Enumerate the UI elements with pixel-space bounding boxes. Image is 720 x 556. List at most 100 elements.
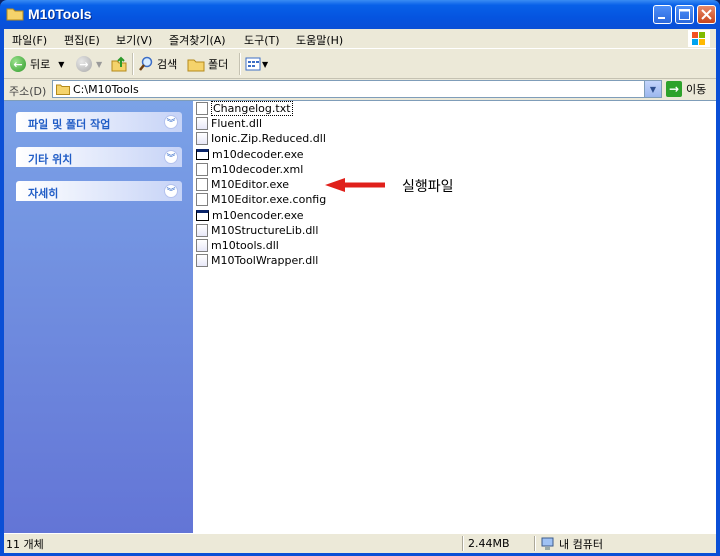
folder-icon (56, 84, 70, 95)
address-label: 주소(D) (9, 85, 47, 98)
search-button[interactable]: 검색 (138, 54, 177, 74)
app-file-icon (196, 178, 208, 191)
chevron-double-down-icon[interactable]: ︾ (164, 115, 178, 129)
task-section-label: 자세히 (28, 187, 59, 200)
list-item[interactable]: Changelog.txt (196, 101, 293, 116)
list-item[interactable]: M10ToolWrapper.dll (196, 253, 318, 268)
list-item[interactable]: m10encoder.exe (196, 208, 304, 223)
address-dropdown-button[interactable]: ▼ (644, 81, 661, 97)
menu-tools[interactable]: 도구(T) (244, 32, 280, 48)
file-name: m10tools.dll (211, 239, 279, 252)
file-name: m10decoder.xml (211, 163, 304, 176)
dll-file-icon (196, 224, 208, 237)
search-label: 검색 (157, 58, 178, 71)
close-button[interactable] (697, 5, 716, 24)
chevron-down-icon: ▼ (649, 84, 657, 94)
file-name: M10StructureLib.dll (211, 224, 319, 237)
back-label: 뒤로 (30, 58, 51, 71)
file-name: M10Editor.exe (211, 178, 290, 191)
task-section-other-places[interactable]: 기타 위치 ︾ (16, 147, 182, 167)
list-item[interactable]: M10Editor.exe.config (196, 192, 326, 207)
list-item[interactable]: Fluent.dll (196, 116, 262, 131)
list-item[interactable]: Ionic.Zip.Reduced.dll (196, 131, 326, 146)
folder-icon (187, 59, 205, 72)
file-name: m10decoder.exe (212, 148, 304, 161)
explorer-window: M10Tools 파일(F) 편집(E) 보기(V) 즐겨찾기(A) 도구(T)… (0, 0, 720, 556)
computer-icon (541, 537, 554, 550)
status-location: 내 컴퓨터 (540, 536, 603, 551)
toolbar-separator (132, 53, 134, 75)
up-folder-icon (111, 56, 127, 72)
chevron-double-down-icon[interactable]: ︾ (164, 184, 178, 198)
chevron-down-icon: ▼ (262, 59, 269, 69)
menu-bar: 파일(F) 편집(E) 보기(V) 즐겨찾기(A) 도구(T) 도움말(H) (4, 29, 716, 49)
list-item[interactable]: m10tools.dll (196, 238, 279, 253)
forward-button[interactable]: → ▼ (76, 54, 102, 74)
status-separator (462, 536, 464, 551)
views-icon (245, 57, 261, 71)
address-path: C:\M10Tools (73, 83, 139, 96)
status-size: 2.44MB (468, 537, 510, 550)
config-file-icon (196, 193, 208, 206)
toolbar-separator (239, 53, 241, 75)
file-name: M10Editor.exe.config (211, 193, 327, 206)
up-folder-button[interactable] (110, 54, 128, 74)
address-bar: 주소(D) C:\M10Tools ▼ → 이동 (4, 79, 716, 100)
file-name: Ionic.Zip.Reduced.dll (211, 132, 326, 145)
file-name: Changelog.txt (211, 101, 293, 116)
views-button[interactable]: ▼ (245, 54, 268, 74)
file-name: Fluent.dll (211, 117, 262, 130)
list-item[interactable]: m10decoder.exe (196, 147, 304, 162)
minimize-icon (658, 17, 665, 19)
list-item[interactable]: M10Editor.exe (196, 177, 289, 192)
search-icon (139, 56, 153, 71)
dll-file-icon (196, 132, 208, 145)
maximize-button[interactable] (675, 5, 694, 24)
menu-edit[interactable]: 편집(E) (64, 32, 100, 48)
maximize-icon (679, 9, 690, 20)
go-label: 이동 (686, 83, 707, 96)
chevron-down-icon[interactable]: ▼ (96, 60, 102, 69)
task-section-details[interactable]: 자세히 ︾ (16, 181, 182, 201)
menu-help[interactable]: 도움말(H) (296, 32, 343, 48)
minimize-button[interactable] (653, 5, 672, 24)
menu-view[interactable]: 보기(V) (116, 32, 152, 48)
exe-file-icon (196, 210, 209, 221)
content-area: 파일 및 폴더 작업 ︾ 기타 위치 ︾ 자세히 ︾ Changelog.txt… (4, 100, 716, 533)
title-bar[interactable]: M10Tools (0, 0, 720, 29)
back-button[interactable]: ← 뒤로 ▼ (10, 54, 64, 74)
annotation-label: 실행파일 (402, 179, 454, 195)
folder-icon (6, 8, 24, 21)
xml-file-icon (196, 163, 208, 176)
task-section-file-folder[interactable]: 파일 및 폴더 작업 ︾ (16, 112, 182, 132)
toolbar: ← 뒤로 ▼ → ▼ 검색 폴더 ▼ (4, 49, 716, 79)
folders-label: 폴더 (208, 58, 229, 71)
file-name: M10ToolWrapper.dll (211, 254, 319, 267)
status-separator (534, 536, 536, 551)
dll-file-icon (196, 117, 208, 130)
close-icon (701, 9, 712, 20)
menu-favorites[interactable]: 즐겨찾기(A) (169, 32, 226, 48)
list-item[interactable]: M10StructureLib.dll (196, 223, 318, 238)
annotation-arrow-icon (325, 178, 385, 192)
list-item[interactable]: m10decoder.xml (196, 162, 303, 177)
go-button[interactable]: → 이동 (666, 81, 706, 97)
chevron-double-down-icon[interactable]: ︾ (164, 150, 178, 164)
window-title: M10Tools (28, 6, 92, 22)
address-input[interactable]: C:\M10Tools ▼ (52, 80, 662, 98)
menu-file[interactable]: 파일(F) (12, 32, 47, 48)
windows-logo-icon (688, 30, 710, 47)
status-bar: 11 개체 2.44MB 내 컴퓨터 (4, 533, 716, 553)
file-list: Changelog.txt Fluent.dll Ionic.Zip.Reduc… (195, 101, 716, 533)
back-arrow-icon: ← (10, 56, 26, 72)
go-arrow-icon: → (666, 81, 682, 97)
forward-arrow-icon: → (76, 56, 92, 72)
chevron-down-icon[interactable]: ▼ (58, 60, 64, 69)
exe-file-icon (196, 149, 209, 160)
dll-file-icon (196, 239, 208, 252)
file-name: m10encoder.exe (212, 209, 304, 222)
task-section-label: 기타 위치 (28, 153, 73, 166)
folders-button[interactable]: 폴더 (187, 54, 228, 74)
dll-file-icon (196, 254, 208, 267)
status-count: 11 개체 (6, 537, 44, 551)
